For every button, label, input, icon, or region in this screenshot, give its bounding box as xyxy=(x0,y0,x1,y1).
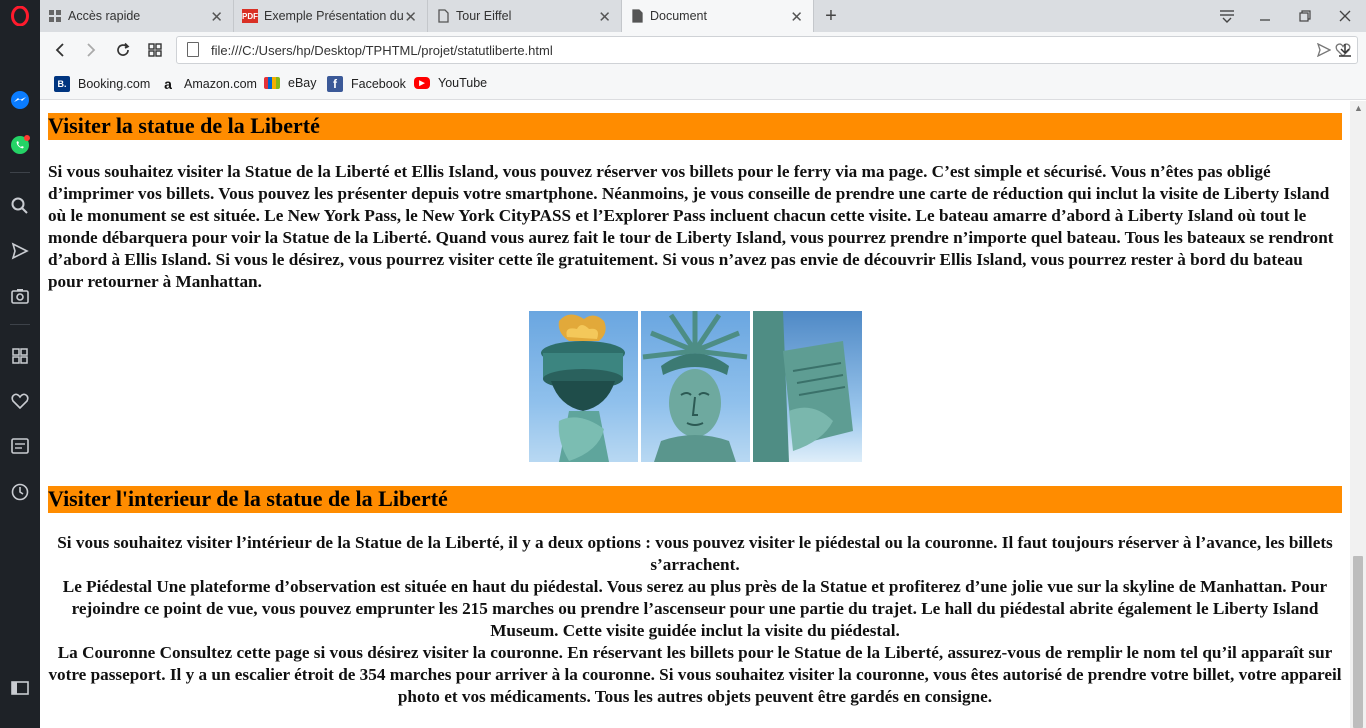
scrollbar-thumb[interactable] xyxy=(1353,556,1363,728)
bookmarks-bar: B. Booking.com a Amazon.com eBay f Faceb… xyxy=(40,68,1366,100)
camera-icon[interactable] xyxy=(8,284,32,308)
reload-button[interactable] xyxy=(112,39,134,61)
bookmark-booking[interactable]: B. Booking.com xyxy=(54,76,150,92)
document-icon xyxy=(630,9,644,23)
whatsapp-icon[interactable] xyxy=(8,133,32,157)
url-input[interactable]: file:///C:/Users/hp/Desktop/TPHTML/proje… xyxy=(176,36,1358,64)
tabs-overview-icon[interactable] xyxy=(144,39,166,61)
history-icon[interactable] xyxy=(8,480,32,504)
close-icon[interactable]: ✕ xyxy=(210,8,223,26)
back-button[interactable] xyxy=(49,39,71,61)
tab-acces-rapide[interactable]: Accès rapide ✕ xyxy=(40,0,234,32)
section-heading-visit: Visiter la statue de la Liberté xyxy=(48,113,1342,140)
page-content: Visiter la statue de la Liberté Si vous … xyxy=(40,101,1350,728)
restore-button[interactable] xyxy=(1294,5,1316,27)
pdf-icon: PDF xyxy=(242,9,258,23)
news-icon[interactable] xyxy=(8,434,32,458)
bookmark-label: Facebook xyxy=(351,77,406,91)
messenger-icon[interactable] xyxy=(8,88,32,112)
bookmark-amazon[interactable]: a Amazon.com xyxy=(160,76,257,92)
interior-paragraph: Si vous souhaitez visiter l’intérieur de… xyxy=(48,532,1342,708)
close-window-button[interactable] xyxy=(1334,5,1356,27)
bookmark-label: Amazon.com xyxy=(184,77,257,91)
tab-document[interactable]: Document ✕ xyxy=(622,0,814,32)
close-icon[interactable]: ✕ xyxy=(598,8,611,26)
tab-title: Tour Eiffel xyxy=(456,9,512,23)
visit-paragraph: Si vous souhaitez visiter la Statue de l… xyxy=(48,162,1334,291)
close-icon[interactable]: ✕ xyxy=(404,8,417,26)
tab-title: Accès rapide xyxy=(68,9,141,23)
close-icon[interactable]: ✕ xyxy=(790,8,803,26)
piedestal-text: Le Piédestal Une plateforme d’observatio… xyxy=(62,577,1328,640)
facebook-icon: f xyxy=(327,76,343,92)
section-heading-interior: Visiter l'interieur de la statue de la L… xyxy=(48,486,1342,513)
couronne-text: La Couronne Consultez cette page si vous… xyxy=(48,643,1342,706)
ebay-icon xyxy=(264,77,280,89)
tab-menu-icon[interactable] xyxy=(1216,5,1238,27)
bookmark-youtube[interactable]: ▶ YouTube xyxy=(414,76,487,90)
send-icon[interactable] xyxy=(8,239,32,263)
bookmark-ebay[interactable]: eBay xyxy=(264,76,317,90)
bookmark-label: eBay xyxy=(288,76,317,90)
document-icon xyxy=(436,9,450,23)
minimize-button[interactable] xyxy=(1254,5,1276,27)
bookmark-label: Booking.com xyxy=(78,77,151,91)
search-icon[interactable] xyxy=(8,194,32,218)
amazon-icon: a xyxy=(164,76,172,92)
tab-tour-eiffel[interactable]: Tour Eiffel ✕ xyxy=(428,0,622,32)
send-to-flow-icon[interactable] xyxy=(1316,42,1332,62)
tab-strip: Accès rapide ✕ PDF Exemple Présentation … xyxy=(40,0,1366,32)
interior-intro-text: Si vous souhaitez visiter l’intérieur de… xyxy=(57,533,1333,574)
tab-title: Exemple Présentation du p xyxy=(264,9,404,23)
scroll-up-arrow-icon[interactable]: ▲ xyxy=(1354,103,1363,113)
opera-sidebar xyxy=(0,0,40,728)
bookmark-label: YouTube xyxy=(438,76,488,90)
sidebar-toggle-icon[interactable] xyxy=(8,676,32,700)
opera-logo-icon[interactable] xyxy=(8,4,32,28)
statue-image-gallery xyxy=(529,311,863,462)
page-scrollbar[interactable]: ▲ xyxy=(1350,101,1366,728)
new-tab-button[interactable]: + xyxy=(820,5,842,27)
tab-title: Document xyxy=(650,9,707,23)
tab-exemple-presentation[interactable]: PDF Exemple Présentation du p ✕ xyxy=(234,0,428,32)
grid-icon xyxy=(48,9,62,23)
address-toolbar: file:///C:/Users/hp/Desktop/TPHTML/proje… xyxy=(40,32,1366,68)
torch-image xyxy=(529,311,638,462)
speed-dial-icon[interactable] xyxy=(8,344,32,368)
download-icon[interactable] xyxy=(1334,39,1356,61)
bookmark-facebook[interactable]: f Facebook xyxy=(327,76,406,92)
page-info-icon[interactable] xyxy=(187,42,199,57)
booking-icon: B. xyxy=(54,76,70,92)
crown-face-image xyxy=(641,311,750,462)
heart-icon[interactable] xyxy=(8,389,32,413)
forward-button[interactable] xyxy=(80,39,102,61)
youtube-icon: ▶ xyxy=(414,77,430,89)
url-text: file:///C:/Users/hp/Desktop/TPHTML/proje… xyxy=(211,43,553,58)
tablet-image xyxy=(753,311,862,462)
